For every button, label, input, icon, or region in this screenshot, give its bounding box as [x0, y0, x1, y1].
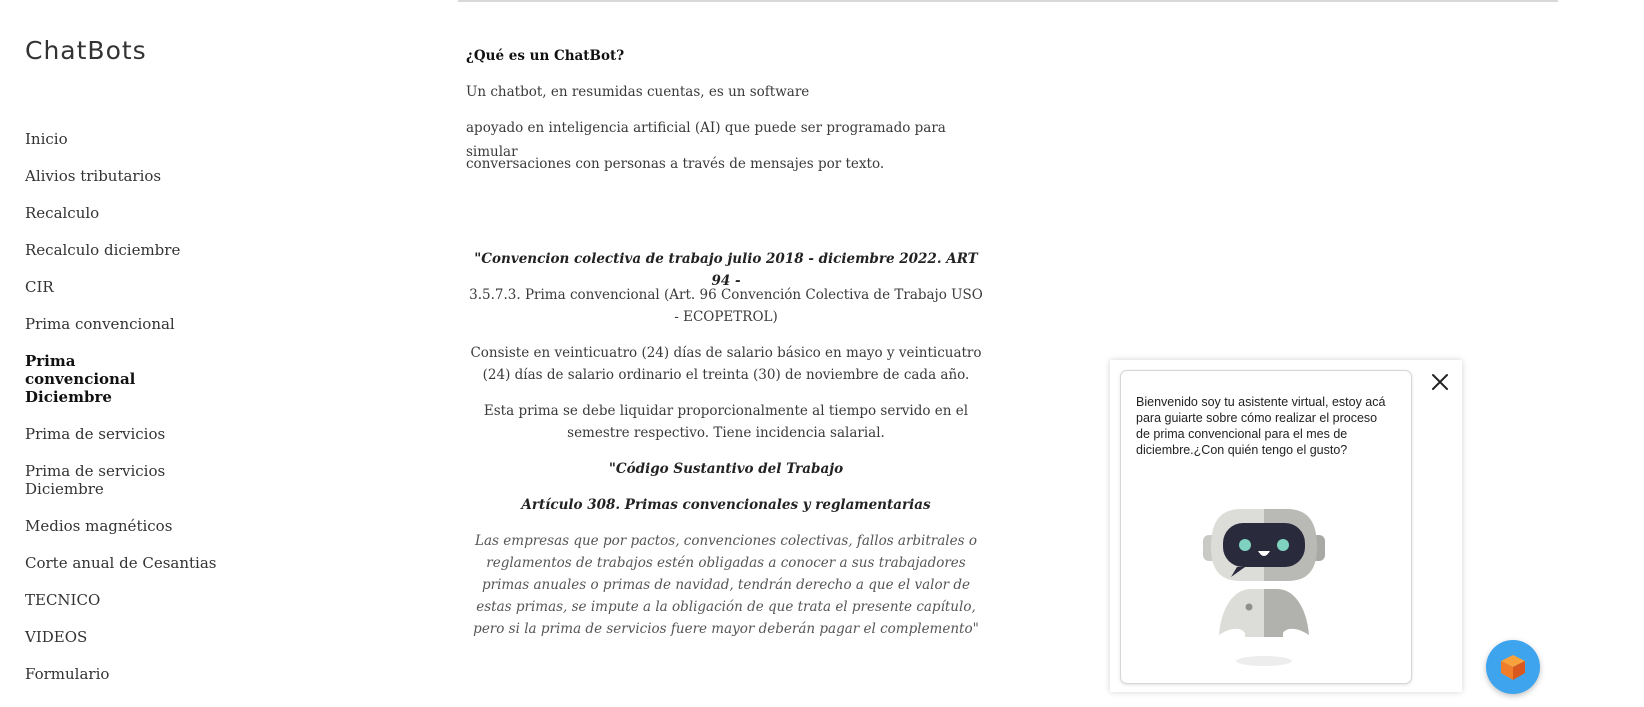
nav-item-prima-convencional[interactable]: Prima convencional — [25, 315, 225, 333]
article-308-title: Artículo 308. Primas convencionales y re… — [521, 497, 931, 513]
nav-item-alivios-tributarios[interactable]: Alivios tributarios — [25, 167, 225, 185]
chat-message-card: Bienvenido soy tu asistente virtual, est… — [1120, 370, 1412, 684]
chat-welcome-message: Bienvenido soy tu asistente virtual, est… — [1136, 395, 1386, 457]
close-chat-button[interactable] — [1428, 370, 1452, 394]
chat-popup: Bienvenido soy tu asistente virtual, est… — [1110, 360, 1462, 692]
nav-item-medios-magneticos[interactable]: Medios magnéticos — [25, 517, 225, 535]
nav-item-recalculo[interactable]: Recalculo — [25, 204, 225, 222]
nav-item-cir[interactable]: CIR — [25, 278, 225, 296]
code-title: "Código Sustantivo del Trabajo — [608, 461, 844, 477]
chat-launcher-button[interactable] — [1486, 640, 1540, 694]
site-title[interactable]: ChatBots — [25, 36, 147, 65]
close-icon — [1432, 374, 1448, 390]
nav-item-prima-de-servicios[interactable]: Prima de servicios — [25, 425, 225, 443]
robot-icon — [1201, 509, 1331, 673]
main-content: ¿Qué es un ChatBot? Un chatbot, en resum… — [466, 44, 986, 640]
quote-paragraph: Las empresas que por pactos, convencione… — [473, 533, 979, 637]
nav-item-videos[interactable]: VIDEOS — [25, 628, 225, 646]
nav-item-recalculo-diciembre[interactable]: Recalculo diciembre — [25, 241, 225, 259]
nav-item-prima-de-servicios-diciembre[interactable]: Prima de servicios Diciembre — [25, 462, 185, 498]
nav-item-corte-anual-cesantias[interactable]: Corte anual de Cesantias — [25, 554, 225, 572]
nav-item-tecnico[interactable]: TECNICO — [25, 591, 225, 609]
proportional-paragraph: Esta prima se debe liquidar proporcional… — [483, 403, 969, 441]
consists-paragraph: Consiste en veinticuatro (24) días de sa… — [470, 345, 982, 383]
cube-icon — [1501, 655, 1525, 680]
article-reference: 3.5.7.3. Prima convencional (Art. 96 Con… — [469, 287, 983, 325]
nav-item-prima-convencional-diciembre[interactable]: Prima convencional Diciembre — [25, 352, 185, 406]
intro-line-1: Un chatbot, en resumidas cuentas, es un … — [466, 84, 810, 100]
nav-item-inicio[interactable]: Inicio — [25, 130, 225, 148]
intro-line-3: conversaciones con personas a través de … — [466, 156, 885, 172]
sidebar-nav: Inicio Alivios tributarios Recalculo Rec… — [25, 130, 225, 702]
top-divider — [458, 0, 1558, 2]
section-heading: ¿Qué es un ChatBot? — [466, 48, 625, 64]
intro-line-2: apoyado en inteligencia artificial (AI) … — [466, 120, 946, 160]
nav-item-formulario[interactable]: Formulario — [25, 665, 225, 683]
convention-title: "Convencion colectiva de trabajo julio 2… — [474, 251, 978, 289]
